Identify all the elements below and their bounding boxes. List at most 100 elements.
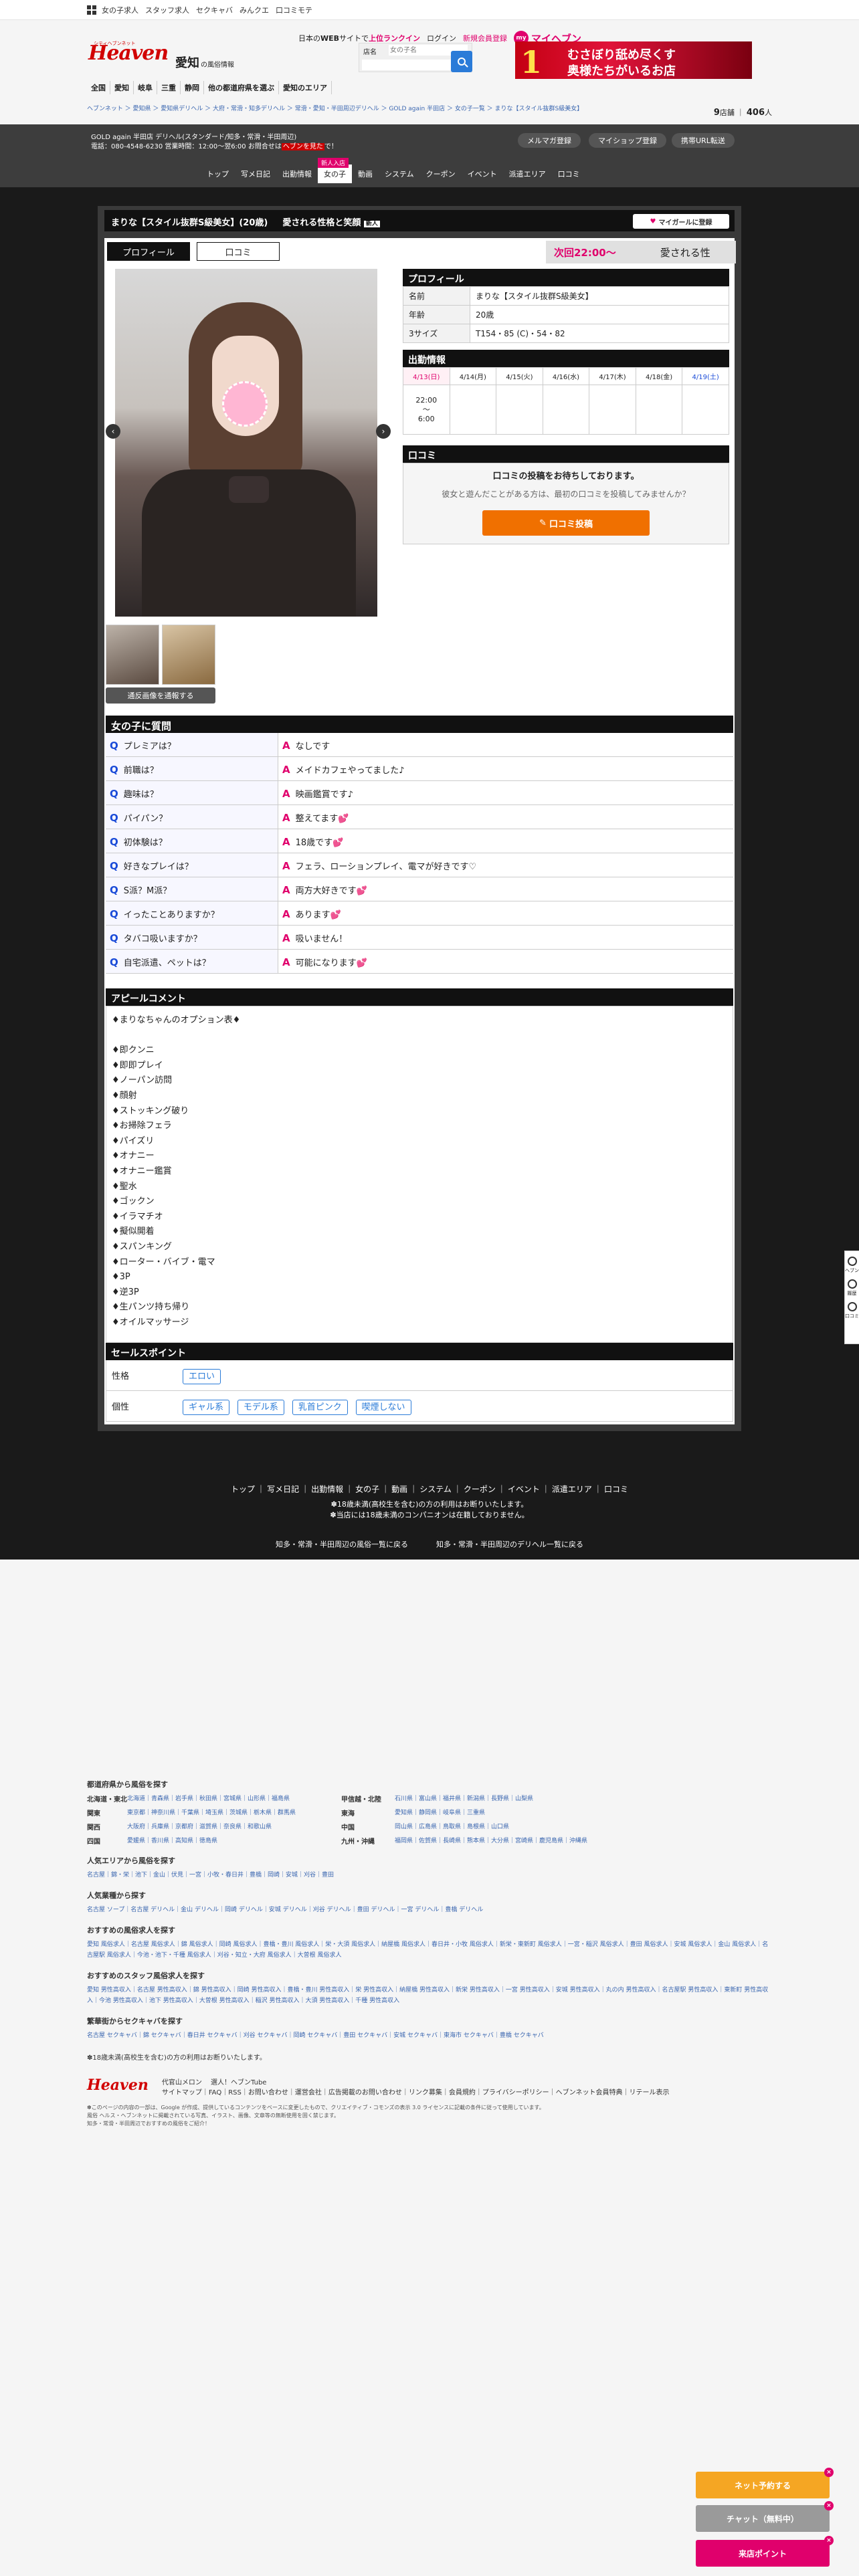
thumbnail[interactable] [106,625,159,685]
region-prefs[interactable]: 愛媛県｜香川県｜高知県｜徳島県 [127,1836,341,1846]
footer-nav-link[interactable]: 出勤情報 [311,1485,343,1494]
tab-top[interactable]: トップ [201,165,235,183]
appeal-line: ♦オイルマッサージ [112,1317,189,1327]
mygirl-button[interactable]: ♥ マイガールに登録 [633,214,729,229]
popular-genres[interactable]: 名古屋 ソープ｜名古屋 デリヘル｜金山 デリヘル｜岡崎 デリヘル｜安城 デリヘル… [87,1905,772,1915]
tag[interactable]: 喫煙しない [355,1400,411,1415]
tab-coupon[interactable]: クーポン [420,165,462,183]
top-link[interactable]: スタッフ求人 [145,5,189,15]
nav-item[interactable]: 静岡 [181,81,204,94]
visit-point-button[interactable]: 来店ポイント × [696,2536,834,2567]
footer-nav-link[interactable]: 動画 [391,1485,407,1494]
review-icon[interactable] [847,1302,857,1311]
breadcrumb[interactable]: ヘブンネット ＞ 愛知県 ＞ 愛知県デリヘル ＞ 大府・常滑・知多デリヘル ＞ … [87,104,772,114]
nav-item[interactable]: 全国 [87,81,110,94]
region-prefs[interactable]: 石川県｜富山県｜福井県｜新潟県｜長野県｜山梨県 [395,1794,676,1804]
tab-system[interactable]: システム [379,165,420,183]
nav-item[interactable]: 他の都道府県を選ぶ [204,81,279,94]
staff-jobs[interactable]: 愛知 男性高収入｜名古屋 男性高収入｜錦 男性高収入｜岡崎 男性高収入｜豊橋・豊… [87,1985,772,2006]
appeal-line: ♦逆3P [112,1287,139,1297]
region-prefs[interactable]: 大阪府｜兵庫県｜京都府｜滋賀県｜奈良県｜和歌山県 [127,1822,341,1832]
appeal-line: ♦即即プレイ [112,1060,163,1071]
tag[interactable]: 乳首ピンク [292,1400,348,1415]
girl-jobs[interactable]: 愛知 風俗求人｜名古屋 風俗求人｜錦 風俗求人｜岡崎 風俗求人｜豊橋・豊川 風俗… [87,1939,772,1961]
footer-nav-link[interactable]: 写メ日記 [267,1485,299,1494]
tab-girls[interactable]: 新人入店 女の子 [318,158,352,183]
region-prefs[interactable]: 岡山県｜広島県｜鳥取県｜島根県｜山口県 [395,1822,676,1832]
q-mark: Q [110,956,118,968]
tab-area[interactable]: 派遣エリア [503,165,552,183]
q-mark: Q [110,836,118,848]
back-to-delivery-list[interactable]: 知多・常滑・半田周辺のデリヘル一覧に戻る [436,1539,583,1549]
answer: A メイドカフェやってました♪ [282,764,405,776]
region-prefs[interactable]: 北海道｜青森県｜岩手県｜秋田県｜宮城県｜山形県｜福島県 [127,1794,341,1804]
footer-logo[interactable]: Heaven [87,2076,149,2094]
register-link[interactable]: 新規会員登録 [463,33,507,43]
tab-event[interactable]: イベント [462,165,503,183]
footer-nav-link[interactable]: イベント [508,1485,540,1494]
footer-nav-link[interactable]: トップ [231,1485,255,1494]
nav-item[interactable]: 愛知 [110,81,134,94]
close-icon[interactable]: × [824,2468,834,2477]
tab-schedule[interactable]: 出勤情報 [276,165,318,183]
prev-photo-button[interactable]: ‹ [106,424,120,439]
tab-video[interactable]: 動画 [352,165,379,183]
qa-row: Q 初体験は？ A 18歳です💕 [106,829,733,853]
a-mark: A [282,884,290,896]
report-image-button[interactable]: 通反画像を通報する [106,687,215,704]
back-to-fuzoku-list[interactable]: 知多・常滑・半田周辺の風俗一覧に戻る [276,1539,408,1549]
next-photo-button[interactable]: › [376,424,391,439]
myshop-button[interactable]: マイショップ登録 [589,133,666,148]
footer-nav-link[interactable]: クーポン [464,1485,496,1494]
footer-nav-link[interactable]: 派遣エリア [552,1485,592,1494]
top-link[interactable]: みんクエ [240,5,269,15]
close-icon[interactable]: × [824,2536,834,2545]
footer-links-row[interactable]: サイトマップ｜FAQ｜RSS｜お問い合わせ｜運営会社｜広告掲載のお問い合わせ｜リ… [162,2088,670,2099]
top-link[interactable]: 女の子求人 [102,5,138,15]
popular-areas[interactable]: 名古屋｜錦・栄｜池下｜金山｜伏見｜一宮｜小牧・春日井｜豊橋｜岡崎｜安城｜刈谷｜豊… [87,1870,772,1881]
thumbnail[interactable] [162,625,215,685]
post-review-button[interactable]: ✎ 口コミ投稿 [482,510,650,536]
tab-review-girl[interactable]: 口コミ [197,242,280,261]
heaventube-link[interactable]: 選人！ヘブンTube [211,2079,266,2086]
close-icon[interactable]: × [824,2501,834,2510]
top-link[interactable]: 口コミモテ [276,5,312,15]
appeal-line: ♦擬似開着 [112,1226,155,1237]
tag[interactable]: モデル系 [237,1400,284,1415]
top-link[interactable]: セクキャバ [196,5,233,15]
qa-list: Q プレミアは？ A なしです Q 前職は？ A メイドカフェやってました♪ Q 趣味は？ A 映画鑑… [106,733,733,974]
nav-item[interactable]: 岐阜 [134,81,157,94]
search-button[interactable] [451,51,472,72]
heaven-icon[interactable] [847,1257,857,1266]
nav-item[interactable]: 三重 [157,81,181,94]
grid-menu-icon[interactable] [87,5,96,15]
appeal-line: ♦パイズリ [112,1136,155,1146]
login-link[interactable]: ログイン [427,33,456,43]
site-logo[interactable]: シティヘブンネット Heaven [88,41,169,74]
tab-review[interactable]: 口コミ [552,165,586,183]
chat-button[interactable]: チャット（無料中） × [696,2501,834,2532]
tab-profile[interactable]: プロフィール [107,242,190,261]
region-prefs[interactable]: 東京都｜神奈川県｜千葉県｜埼玉県｜茨城県｜栃木県｜群馬県 [127,1808,341,1818]
footer-nav-link[interactable]: システム [419,1485,452,1494]
girl-photo[interactable] [115,269,377,617]
tag[interactable]: ギャル系 [183,1400,230,1415]
footer-nav-link[interactable]: 口コミ [604,1485,628,1494]
appeal-line: ♦ローター・バイブ・電マ [112,1257,215,1267]
tag[interactable]: エロい [183,1369,221,1384]
mailmag-button[interactable]: メルマガ登録 [518,133,581,148]
melon-link[interactable]: 代官山メロン [162,2079,202,2086]
tab-diary[interactable]: 写メ日記 [235,165,276,183]
sekukyaba-links[interactable]: 名古屋 セクキャバ｜錦 セクキャバ｜春日井 セクキャバ｜刈谷 セクキャバ｜岡崎 … [87,2030,772,2041]
region-prefs[interactable]: 福岡県｜佐賀県｜長崎県｜熊本県｜大分県｜宮崎県｜鹿児島県｜沖縄県 [395,1836,676,1846]
qa-heading: 女の子に質問 [106,716,733,733]
mobile-url-button[interactable]: 携帯URL転送 [672,133,735,148]
history-icon[interactable] [847,1279,857,1289]
region-prefs[interactable]: 愛知県｜静岡県｜岐阜県｜三重県 [395,1808,676,1818]
footer-nav-link[interactable]: 女の子 [355,1485,379,1494]
nav-item[interactable]: 愛知のエリア [279,81,332,94]
ad-banner[interactable]: 1 むさぼり舐め尽くす 奥様たちがいるお店 [515,41,752,79]
shop-name[interactable]: GOLD again 半田店 デリヘル(スタンダード/知多・常滑・半田周辺) [91,131,296,141]
appeal-line: ♦聖水 [112,1181,137,1192]
net-reserve-button[interactable]: ネット予約する × [696,2468,834,2498]
